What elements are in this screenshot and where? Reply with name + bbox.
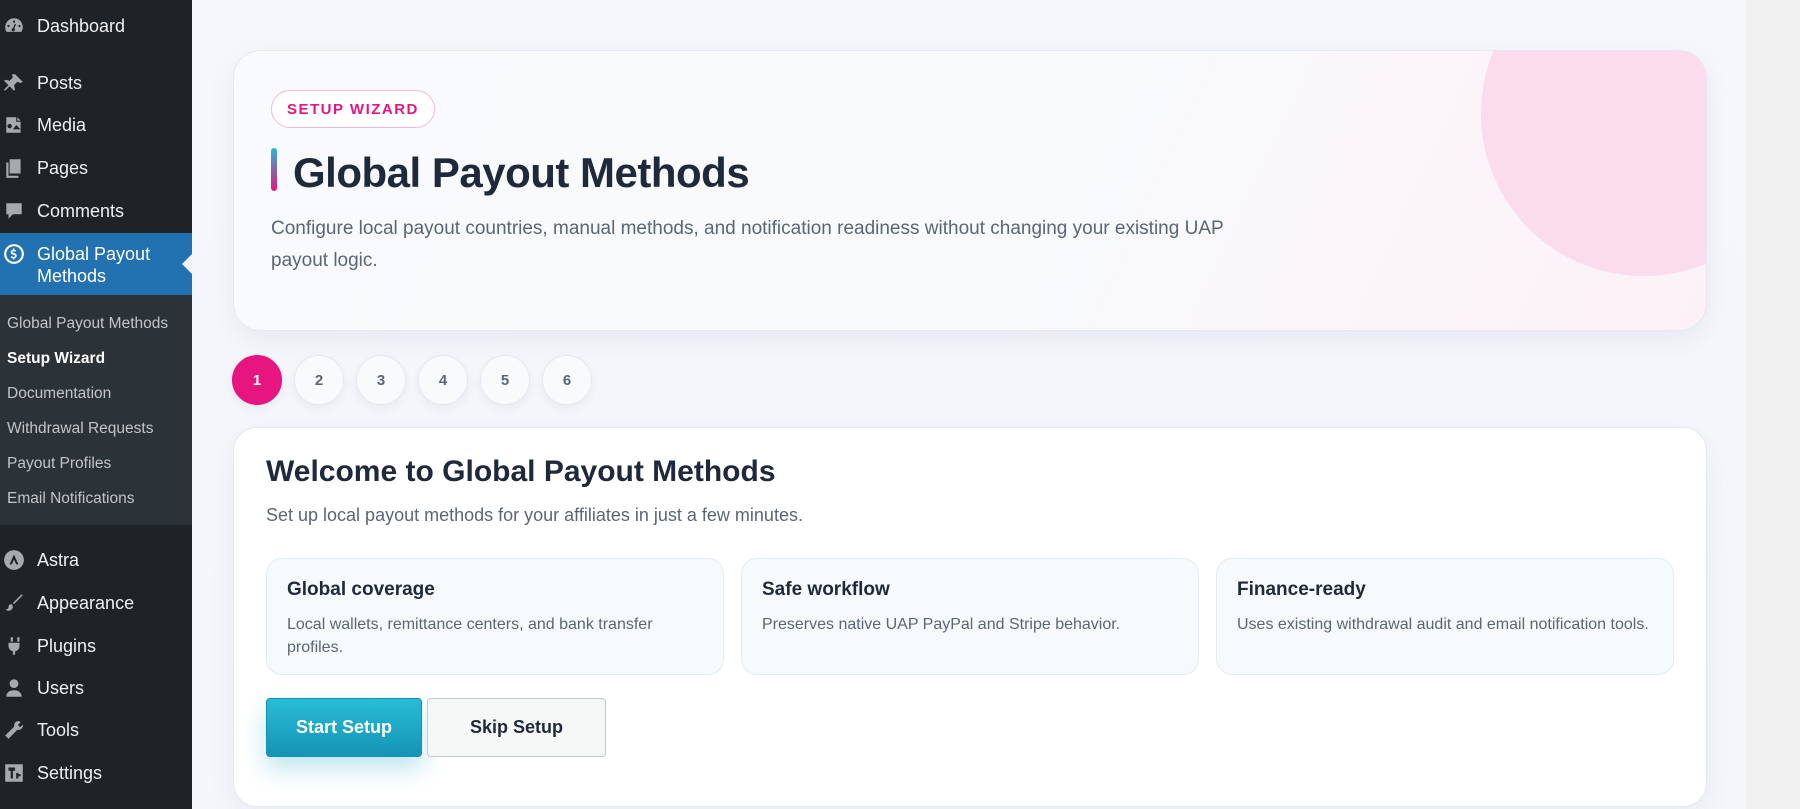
feature-text: Preserves native UAP PayPal and Stripe b…: [762, 616, 1121, 633]
plugin-icon: [3, 635, 25, 657]
sidebar-item-appearance[interactable]: Appearance: [0, 583, 192, 623]
sidebar-item-media[interactable]: Media: [0, 105, 192, 145]
pushpin-icon: [3, 72, 25, 94]
start-setup-button[interactable]: Start Setup: [266, 698, 422, 757]
admin-sidebar: Dashboard Posts Media Pages Comments Glo…: [0, 0, 192, 809]
feature-card-finance-ready: Finance-ready Uses existing withdrawal a…: [1216, 558, 1674, 675]
feature-title: Safe workflow: [762, 579, 890, 600]
submenu-item-withdrawal-requests[interactable]: Withdrawal Requests: [7, 420, 153, 438]
skip-setup-button[interactable]: Skip Setup: [427, 698, 606, 757]
sidebar-item-label: Users: [37, 677, 85, 698]
comment-icon: [3, 200, 25, 222]
welcome-subtitle: Set up local payout methods for your aff…: [266, 505, 803, 525]
sidebar-item-pages[interactable]: Pages: [0, 148, 192, 188]
setup-wizard-badge: SETUP WIZARD: [271, 90, 435, 128]
sidebar-item-label: Comments: [37, 200, 125, 221]
sidebar-item-astra[interactable]: Astra: [0, 540, 192, 580]
sidebar-item-tools[interactable]: Tools: [0, 710, 192, 750]
step-2[interactable]: 2: [294, 355, 344, 405]
sidebar-item-label: Media: [37, 114, 87, 135]
sidebar-item-global-payout-methods[interactable]: Global Payout Methods: [0, 233, 192, 295]
submenu-item-global-payout-methods[interactable]: Global Payout Methods: [7, 315, 168, 333]
sidebar-item-users[interactable]: Users: [0, 668, 192, 708]
pages-icon: [3, 157, 25, 179]
decorative-circle: [1481, 51, 1706, 276]
hero-card: SETUP WIZARD Global Payout Methods Confi…: [233, 50, 1707, 331]
submenu-item-setup-wizard[interactable]: Setup Wizard: [7, 350, 105, 368]
step-5[interactable]: 5: [480, 355, 530, 405]
sidebar-item-label: Appearance: [37, 592, 135, 613]
feature-card-global-coverage: Global coverage Local wallets, remittanc…: [266, 558, 724, 675]
wrench-icon: [3, 719, 25, 741]
step-3[interactable]: 3: [356, 355, 406, 405]
welcome-card: Welcome to Global Payout Methods Set up …: [233, 427, 1707, 807]
sidebar-item-dashboard[interactable]: Dashboard: [0, 6, 192, 46]
dashboard-icon: [3, 15, 25, 37]
sidebar-item-label: Tools: [37, 719, 80, 740]
submenu: Global Payout Methods Setup Wizard Docum…: [0, 295, 192, 525]
feature-card-safe-workflow: Safe workflow Preserves native UAP PayPa…: [741, 558, 1199, 675]
submenu-item-payout-profiles[interactable]: Payout Profiles: [7, 455, 111, 473]
media-icon: [3, 114, 25, 136]
sidebar-item-label: Astra: [37, 549, 80, 570]
sidebar-item-settings[interactable]: Settings: [0, 753, 192, 793]
submenu-item-email-notifications[interactable]: Email Notifications: [7, 490, 135, 508]
sidebar-item-label: Plugins: [37, 635, 97, 656]
feature-title: Global coverage: [287, 579, 435, 600]
page-title: Global Payout Methods: [293, 149, 750, 196]
title-accent-bar: [271, 148, 277, 191]
sidebar-item-comments[interactable]: Comments: [0, 191, 192, 231]
sidebar-item-label: Settings: [37, 762, 103, 783]
feature-title: Finance-ready: [1237, 579, 1366, 600]
sidebar-item-label: Pages: [37, 157, 89, 178]
astra-icon: [3, 549, 25, 571]
sidebar-item-label: Posts: [37, 72, 83, 93]
sidebar-item-label: Global Payout Methods: [37, 244, 151, 286]
settings-icon: [3, 762, 25, 784]
right-gutter: [1746, 0, 1800, 809]
step-6[interactable]: 6: [542, 355, 592, 405]
sidebar-item-posts[interactable]: Posts: [0, 63, 192, 103]
feature-text: Local wallets, remittance centers, and b…: [287, 616, 653, 656]
welcome-title: Welcome to Global Payout Methods: [266, 455, 776, 488]
page-description: Configure local payout countries, manual…: [271, 218, 1224, 271]
users-icon: [3, 677, 25, 699]
paintbrush-icon: [3, 592, 25, 614]
submenu-item-documentation[interactable]: Documentation: [7, 385, 111, 403]
sidebar-item-label: Dashboard: [37, 15, 126, 36]
dollar-icon: [3, 243, 25, 265]
sidebar-item-plugins[interactable]: Plugins: [0, 626, 192, 666]
step-4[interactable]: 4: [418, 355, 468, 405]
step-1[interactable]: 1: [232, 355, 282, 405]
feature-text: Uses existing withdrawal audit and email…: [1237, 616, 1649, 633]
